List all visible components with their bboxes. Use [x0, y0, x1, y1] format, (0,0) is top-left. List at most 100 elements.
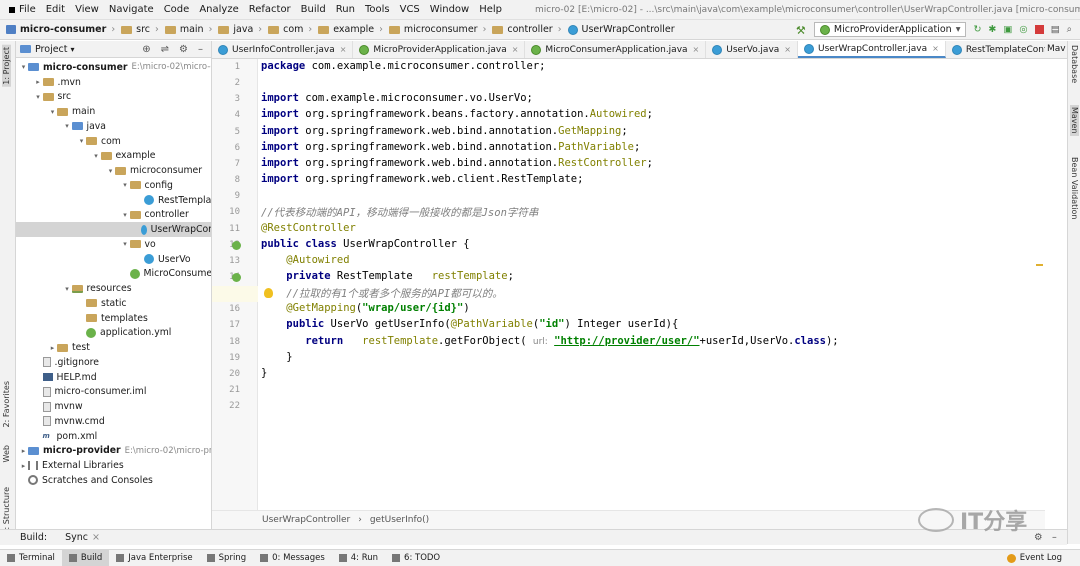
menu-file[interactable]: File — [14, 4, 41, 15]
menu-view[interactable]: View — [70, 4, 104, 15]
chevron-down-icon[interactable]: ▾ — [19, 63, 28, 71]
profile-icon[interactable]: ◎ — [1019, 24, 1027, 35]
chevron-down-icon[interactable]: ▾ — [121, 240, 130, 248]
tool-window-spring[interactable]: Spring — [200, 550, 253, 566]
breadcrumb-item[interactable]: main › — [159, 24, 212, 35]
gear-icon[interactable]: ⚙ — [179, 44, 188, 55]
menu-refactor[interactable]: Refactor — [244, 4, 296, 15]
spring-bean-gutter-icon[interactable] — [232, 241, 241, 250]
tree-item[interactable]: HELP.md — [34, 370, 97, 385]
chevron-down-icon[interactable]: ▾ — [71, 45, 75, 54]
event-log-button[interactable]: Event Log — [1006, 553, 1080, 563]
tree-item[interactable]: ▸ .mvn — [34, 75, 81, 90]
close-icon[interactable]: × — [340, 45, 347, 54]
tree-item[interactable]: ▾ resources — [63, 281, 131, 296]
breadcrumb-item[interactable]: microconsumer › — [383, 24, 486, 35]
autowired-gutter-icon[interactable] — [232, 273, 241, 282]
breadcrumb-item[interactable]: controller › — [486, 24, 562, 35]
menu-window[interactable]: Window — [425, 4, 474, 15]
tree-item[interactable]: MicroConsumerA — [121, 267, 211, 282]
breadcrumb-item[interactable]: example › — [312, 24, 383, 35]
tree-item[interactable]: ▾ main — [48, 104, 96, 119]
vcs-icon[interactable]: ▤ — [1051, 24, 1060, 35]
breadcrumb-item[interactable]: src › — [115, 24, 159, 35]
sync-tab[interactable]: Sync × — [61, 532, 104, 543]
project-panel-title[interactable]: Project — [35, 44, 68, 55]
project-tool-button[interactable]: 1: Project — [2, 45, 11, 87]
chevron-right-icon[interactable]: ▸ — [19, 447, 28, 455]
editor-tab[interactable]: RestTemplateConfiguration.jav× — [946, 41, 1045, 58]
menu-analyze[interactable]: Analyze — [194, 4, 243, 15]
tree-item[interactable]: micro-consumer.iml — [34, 385, 146, 400]
editor-tab[interactable]: MicroConsumerApplication.java × — [525, 41, 707, 58]
minimize-icon[interactable]: – — [198, 44, 203, 55]
chevron-right-icon[interactable]: ▸ — [48, 344, 57, 352]
rerun-icon[interactable]: ↻ — [973, 24, 981, 35]
tree-item[interactable]: ▾ com — [77, 134, 121, 149]
chevron-down-icon[interactable]: ▾ — [77, 137, 86, 145]
editor-tab[interactable]: MicroProviderApplication.java × — [353, 41, 526, 58]
locate-icon[interactable]: ⊕ — [142, 44, 150, 55]
tree-item[interactable]: RestTemplate — [135, 193, 211, 208]
breadcrumb-class[interactable]: UserWrapController — [262, 515, 350, 525]
chevron-down-icon[interactable]: ▾ — [34, 93, 43, 101]
chevron-right-icon[interactable]: ▸ — [34, 78, 43, 86]
tree-item[interactable]: application.yml — [77, 326, 171, 341]
editor-tab[interactable]: UserInfoController.java × — [212, 41, 354, 58]
editor-tab[interactable]: UserVo.java × — [706, 41, 798, 58]
tool-window-4-run[interactable]: 4: Run — [332, 550, 385, 566]
tree-item[interactable]: ▾ java — [63, 119, 106, 134]
breadcrumb-item[interactable]: micro-consumer › — [0, 24, 115, 35]
tree-item[interactable]: Scratches and Consoles — [19, 473, 153, 488]
minimize-icon[interactable]: – — [1052, 532, 1057, 543]
chevron-right-icon[interactable]: ▸ — [19, 462, 28, 470]
tree-item[interactable]: ▾ config — [121, 178, 173, 193]
web-tool-button[interactable]: Web — [2, 445, 11, 462]
chevron-down-icon[interactable]: ▾ — [48, 108, 57, 116]
maven-tool-button[interactable]: Maven — [1070, 105, 1079, 136]
maven-tab-partial[interactable]: Mav — [1045, 41, 1067, 59]
tree-item[interactable]: ▸ micro-providerE:\micro-02\micro-provi — [19, 444, 211, 459]
stop-icon[interactable] — [1034, 25, 1044, 34]
tree-item[interactable]: static — [77, 296, 127, 311]
menu-help[interactable]: Help — [474, 4, 507, 15]
menu-navigate[interactable]: Navigate — [104, 4, 159, 15]
tree-item[interactable]: templates — [77, 311, 148, 326]
close-icon[interactable]: × — [693, 45, 700, 54]
tree-item[interactable]: ▸ test — [48, 340, 90, 355]
lightbulb-icon[interactable] — [264, 288, 273, 298]
code-editor[interactable]: package com.example.microconsumer.contro… — [258, 59, 1045, 510]
close-icon[interactable]: × — [932, 44, 939, 53]
coverage-icon[interactable]: ▣ — [1003, 24, 1012, 35]
build-hammer-icon[interactable]: ⚒ — [796, 24, 807, 37]
close-icon[interactable]: × — [92, 532, 100, 543]
run-configuration-select[interactable]: MicroProviderApplication ▾ — [813, 22, 967, 37]
chevron-down-icon[interactable]: ▾ — [63, 122, 72, 130]
chevron-down-icon[interactable]: ▾ — [92, 152, 101, 160]
tool-window-java-enterprise[interactable]: Java Enterprise — [109, 550, 199, 566]
bean-validation-tool-button[interactable]: Bean Validation — [1070, 157, 1079, 219]
tree-item[interactable]: mvnw — [34, 399, 83, 414]
breadcrumb-item[interactable]: java › — [212, 24, 262, 35]
tool-window-build[interactable]: Build — [61, 550, 110, 566]
breadcrumb-item[interactable]: com › — [262, 24, 312, 35]
debug-icon[interactable]: ✱ — [988, 24, 996, 35]
menu-build[interactable]: Build — [296, 4, 331, 15]
warning-marker[interactable] — [1036, 264, 1043, 266]
favorites-tool-button[interactable]: 2: Favorites — [2, 381, 11, 427]
search-icon[interactable]: ⌕ — [1067, 24, 1072, 35]
tree-item[interactable]: .gitignore — [34, 355, 99, 370]
menu-code[interactable]: Code — [159, 4, 195, 15]
menu-vcs[interactable]: VCS — [395, 4, 425, 15]
tree-item[interactable]: ▾ vo — [121, 237, 155, 252]
tree-item[interactable]: m pom.xml — [34, 429, 98, 444]
database-tool-button[interactable]: Database — [1070, 45, 1079, 83]
chevron-down-icon[interactable]: ▾ — [106, 167, 115, 175]
tree-item[interactable]: UserWrapCor — [16, 222, 211, 237]
menu-run[interactable]: Run — [331, 4, 360, 15]
collapse-icon[interactable]: ⇌ — [161, 44, 169, 55]
gear-icon[interactable]: ⚙ — [1034, 532, 1043, 543]
editor-tab[interactable]: UserWrapController.java × — [798, 41, 946, 58]
chevron-down-icon[interactable]: ▾ — [121, 211, 130, 219]
tree-item[interactable]: ▾ microconsumer — [106, 163, 202, 178]
